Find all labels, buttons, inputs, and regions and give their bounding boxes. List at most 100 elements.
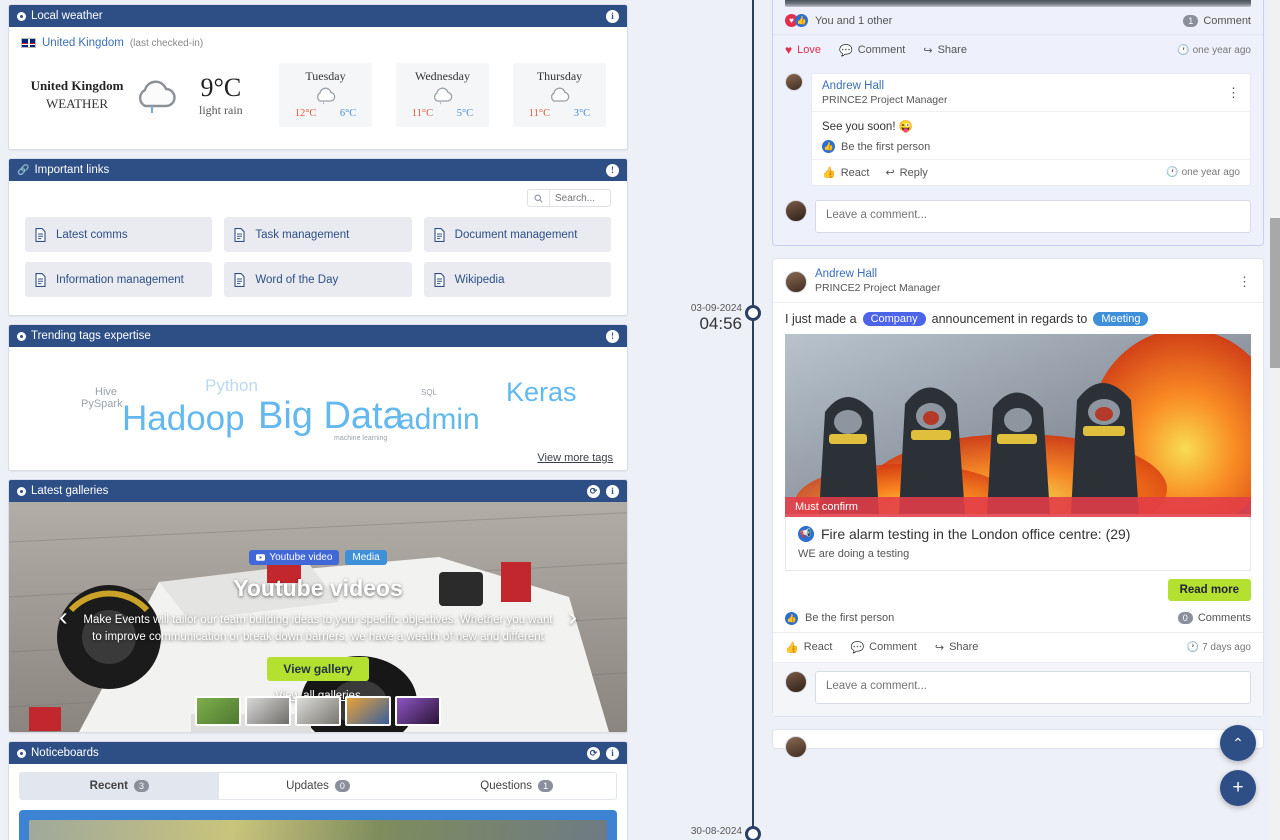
avatar[interactable] xyxy=(785,271,807,293)
gallery-carousel[interactable]: Youtube video Media Youtube videos Make … xyxy=(9,502,627,732)
badge-media[interactable]: Media xyxy=(345,550,386,565)
document-icon xyxy=(434,228,445,242)
links-search[interactable] xyxy=(527,189,611,207)
view-gallery-button[interactable]: View gallery xyxy=(267,657,368,681)
post2-react-button[interactable]: 👍 React xyxy=(785,641,832,654)
comment-react-button[interactable]: 👍 React xyxy=(822,166,869,179)
page-scrollbar[interactable] xyxy=(1270,0,1280,840)
post1-share-button[interactable]: ↪ Share xyxy=(923,44,967,57)
link-label: Latest comms xyxy=(56,229,128,241)
refresh-icon[interactable]: ⟳ xyxy=(587,485,600,498)
post2-announcement-title[interactable]: Fire alarm testing in the London office … xyxy=(821,526,1130,542)
search-icon[interactable] xyxy=(528,190,550,206)
tag-admin[interactable]: admin xyxy=(398,405,480,435)
comment-reply-button[interactable]: ↩ Reply xyxy=(885,166,927,179)
post1-love-button[interactable]: ♥ Love xyxy=(785,43,821,57)
info-icon[interactable]: ! xyxy=(606,330,619,343)
weather-icon xyxy=(17,12,26,21)
info-icon[interactable]: i xyxy=(606,10,619,23)
comment-first-person-row[interactable]: 👍 Be the first person xyxy=(812,140,1250,159)
gallery-thumbnails xyxy=(9,696,627,726)
search-input[interactable] xyxy=(550,190,610,206)
gallery-prev-arrow[interactable]: ‹ xyxy=(59,602,68,633)
post1-time-label: one year ago xyxy=(1193,45,1251,56)
post2-author[interactable]: Andrew Hall xyxy=(815,268,940,282)
link-card-wikipedia[interactable]: Wikipedia xyxy=(424,262,611,297)
weather-current: United Kingdom WEATHER 9°C light rain xyxy=(21,73,279,118)
avatar[interactable] xyxy=(785,736,807,758)
gallery-next-arrow[interactable]: › xyxy=(568,602,577,633)
comment-icon: 💬 xyxy=(839,44,853,57)
link-card-word-of-the-day[interactable]: Word of the Day xyxy=(224,262,411,297)
gallery-thumb[interactable] xyxy=(395,696,441,726)
avatar[interactable] xyxy=(785,200,807,222)
badge-youtube-video[interactable]: Youtube video xyxy=(249,550,339,565)
tab-questions[interactable]: Questions 1 xyxy=(417,773,616,799)
post2-first-person-label[interactable]: Be the first person xyxy=(805,612,894,624)
post2-tag-meeting[interactable]: Meeting xyxy=(1093,312,1148,326)
post1-comment-word[interactable]: Comment xyxy=(1203,15,1251,27)
link-card-task-management[interactable]: Task management xyxy=(224,217,411,252)
gallery-thumb[interactable] xyxy=(245,696,291,726)
avatar[interactable] xyxy=(785,671,807,693)
post2-intro-pre: I just made a xyxy=(785,312,857,326)
post1-love-label: Love xyxy=(797,44,821,56)
info-icon[interactable]: ! xyxy=(606,164,619,177)
post2-menu-icon[interactable]: ⋮ xyxy=(1238,278,1251,286)
timeline-time: 04:56 xyxy=(691,314,742,334)
trending-tags-widget: Trending tags expertise ! Hive PySpark P… xyxy=(8,324,628,471)
tag-hive[interactable]: Hive xyxy=(95,387,117,398)
post2-share-button[interactable]: ↪ Share xyxy=(935,641,979,654)
important-links-header: 🔗 Important links ! xyxy=(9,159,627,181)
post1-reactions-label[interactable]: You and 1 other xyxy=(815,15,892,27)
link-card-information-management[interactable]: Information management xyxy=(25,262,212,297)
gallery-thumb[interactable] xyxy=(345,696,391,726)
comment-menu-icon[interactable]: ⋮ xyxy=(1227,89,1240,97)
post2-tag-company[interactable]: Company xyxy=(863,312,926,326)
gallery-description: Make Events will tailor our team buildin… xyxy=(78,612,558,645)
link-card-document-management[interactable]: Document management xyxy=(424,217,611,252)
document-icon xyxy=(234,273,245,287)
tag-keras[interactable]: Keras xyxy=(506,379,577,406)
comment-icon: 💬 xyxy=(850,641,864,654)
clock-icon: 🕐 xyxy=(1177,45,1189,56)
tab-updates[interactable]: Updates 0 xyxy=(219,773,418,799)
post2-comment-compose xyxy=(773,662,1263,716)
link-card-latest-comms[interactable]: Latest comms xyxy=(25,217,212,252)
timeline-column: 03-09-2024 04:56 30-08-2024 xyxy=(636,0,772,840)
tag-machine-learning[interactable]: machine learning xyxy=(334,435,387,442)
forecast-low: 6°C xyxy=(340,108,356,119)
gallery-thumb[interactable] xyxy=(295,696,341,726)
scroll-to-top-button[interactable]: ⌃ xyxy=(1220,725,1256,761)
tag-sql[interactable]: SQL xyxy=(421,389,437,397)
comment-input[interactable] xyxy=(815,671,1251,704)
gallery-thumb[interactable] xyxy=(195,696,241,726)
tag-python[interactable]: Python xyxy=(205,377,258,394)
page-scrollbar-thumb[interactable] xyxy=(1270,218,1280,368)
tag-icon xyxy=(17,332,26,341)
view-more-tags-link[interactable]: View more tags xyxy=(537,452,613,464)
noticeboard-card[interactable] xyxy=(19,810,617,840)
timeline-point xyxy=(745,305,761,321)
comment-author[interactable]: Andrew Hall xyxy=(822,80,947,94)
post1-comment-button[interactable]: 💬 Comment xyxy=(839,44,905,57)
tag-big-data[interactable]: Big Data xyxy=(258,397,404,435)
tab-recent-label: Recent xyxy=(90,780,128,792)
post2-comment-button[interactable]: 💬 Comment xyxy=(850,641,916,654)
add-button[interactable]: + xyxy=(1220,770,1256,806)
info-icon[interactable]: i xyxy=(606,485,619,498)
link-label: Word of the Day xyxy=(255,274,338,286)
read-more-button[interactable]: Read more xyxy=(1168,579,1251,601)
comment-input[interactable] xyxy=(815,200,1251,233)
info-icon[interactable]: i xyxy=(606,747,619,760)
latest-galleries-widget: Latest galleries ⟳ i xyxy=(8,479,628,733)
tag-pyspark[interactable]: PySpark xyxy=(81,399,123,410)
avatar[interactable] xyxy=(785,73,803,91)
post2-comment-word[interactable]: Comments xyxy=(1198,612,1251,624)
weather-checked-label: (last checked-in) xyxy=(130,38,203,49)
noticeboard-card-image xyxy=(29,820,607,840)
tab-recent[interactable]: Recent 3 xyxy=(20,773,219,799)
tag-hadoop[interactable]: Hadoop xyxy=(122,401,245,436)
refresh-icon[interactable]: ⟳ xyxy=(587,747,600,760)
weather-country-link[interactable]: United Kingdom xyxy=(42,37,124,49)
